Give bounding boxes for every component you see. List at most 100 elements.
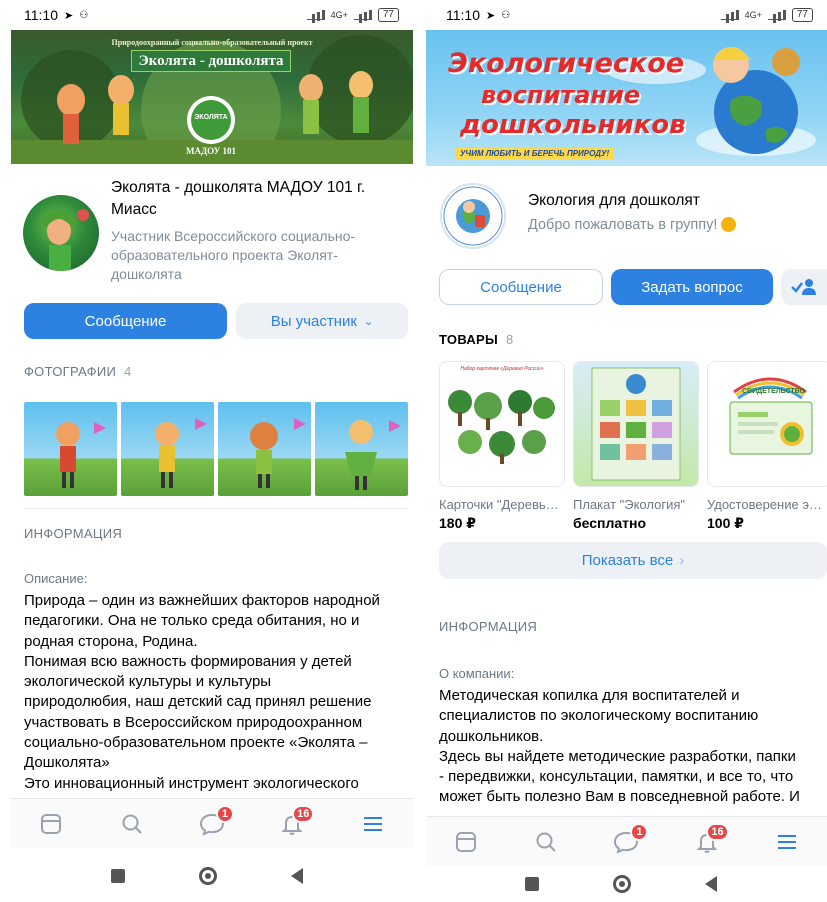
group-status: Участник Всероссийского социально-образо… [111,228,356,282]
show-all-goods-button[interactable]: Показать все › [439,542,827,579]
info-section-header: ИНФОРМАЦИЯ [439,619,538,634]
message-button[interactable]: Сообщение [24,303,227,339]
membership-button[interactable]: Вы участник ⌄ [236,303,408,339]
messages-badge: 1 [215,804,234,823]
description-label: Описание: [24,571,88,586]
battery-icon: 77 [791,8,813,22]
description-line: Это инновационный инструмент экологическ… [24,774,359,792]
goods-item-title: Плакат "Экология" [573,497,685,512]
goods-image-caption: СВИДЕТЕЛЬСТВО [742,388,805,395]
tab-search[interactable] [112,807,152,841]
system-nav-bar [0,848,413,902]
goods-item-price: бесплатно [573,515,647,531]
goods-item[interactable]: СВИДЕТЕЛЬСТВО Удостоверение эколят 100 ₽ [707,361,827,532]
tab-messages[interactable]: 1 [192,804,234,841]
group-name: Эколята - дошколята МАДОУ 101 г. Миасс [111,179,366,218]
goods-count: 8 [505,332,514,347]
description-line: дошкольников. [439,727,544,745]
back-button[interactable] [704,876,717,892]
tab-menu[interactable] [767,825,807,859]
recent-apps-button[interactable] [110,869,125,883]
search-icon [122,814,142,834]
photo-thumbnail[interactable] [218,402,311,496]
membership-button-label: Вы участник [270,312,357,330]
description-line: Природа – один из важнейших факторов нар… [24,592,380,609]
description-line: может быть полезно Вам в повседневной ра… [439,788,800,806]
tab-menu[interactable] [353,807,393,841]
message-button-label: Сообщение [480,278,562,296]
goods-item[interactable]: Набор карточек «Деревья России» Карточки… [439,361,565,532]
cover-title-line3: дошкольников [460,110,686,140]
tab-messages[interactable]: 1 [606,822,649,859]
description-line: педагогики. Она не только среда обитания… [24,612,360,630]
location-icon: ➤ [486,9,496,22]
home-button[interactable] [612,875,631,893]
chevron-down-icon: ⌄ [364,315,374,328]
description-line: Понимая всю важность формирования у дете… [24,652,352,670]
group-name: Экология для дошколят [528,192,700,209]
recent-apps-button[interactable] [524,877,539,891]
description-text: Методическая копилка для воспитателей и … [439,686,827,808]
notifications-badge: 16 [706,822,729,841]
system-nav-bar [414,866,827,902]
wifi-signal-icon [720,10,739,20]
photo-thumbnail[interactable] [24,402,117,496]
cover-top-text: Природоохранный социально-образовательны… [111,38,313,47]
cover-title-line1: Экологическое [448,48,685,79]
goods-item[interactable]: Плакат "Экология" бесплатно [573,361,699,531]
description-text: Природа – один из важнейших факторов нар… [24,591,412,794]
tab-feed[interactable] [446,825,486,859]
goods-item-image [573,361,699,487]
left-phone-screen: 11:10 ➤ ⚇ 4G+ 77 Природоохранный социаль… [0,0,413,902]
message-button[interactable]: Сообщение [439,269,603,305]
goods-item-image: СВИДЕТЕЛЬСТВО [707,361,827,487]
chevron-right-icon: › [679,552,685,569]
feed-icon [456,831,477,852]
tab-notifications[interactable]: 16 [687,822,729,859]
menu-icon [777,834,796,849]
description-label: О компании: [439,666,515,681]
add-friend-icon [791,279,816,295]
tab-search[interactable] [526,825,566,859]
group-cover-image: Экологическое воспитание дошкольников УЧ… [426,30,827,166]
menu-icon [363,816,382,831]
goods-item-title: Удостоверение эколят [707,497,827,512]
location-icon: ➤ [64,9,74,22]
sim-icon: ⚇ [79,9,89,21]
group-cover-image: Природоохранный социально-образовательны… [11,30,413,164]
network-type: 4G+ [330,10,348,20]
back-button[interactable] [290,868,303,884]
goods-section-header[interactable]: ТОВАРЫ 8 [439,332,514,347]
group-avatar[interactable] [440,183,506,249]
goods-item-title: Карточки "Деревья России" [439,497,565,512]
cover-badge: ЭКОЛЯТА [194,114,228,121]
description-line: участвовать в Всероссийском природоохран… [24,713,363,731]
photo-thumbnail[interactable] [121,402,214,496]
status-bar: 11:10 ➤ ⚇ 4G+ 77 [0,0,413,30]
group-status: Добро пожаловать в группу! [528,216,818,235]
cover-sign: МАДОУ 101 [185,146,237,156]
message-button-label: Сообщение [84,312,167,330]
ask-question-button[interactable]: Задать вопрос [611,269,773,305]
group-avatar[interactable] [23,195,99,271]
description-line: экологической культуры и культуры [24,673,272,691]
tab-feed[interactable] [31,807,71,841]
photos-section-header[interactable]: ФОТОГРАФИИ 4 [24,364,132,379]
cell-signal-icon [767,10,786,20]
network-type: 4G+ [744,10,762,20]
tab-notifications[interactable]: 16 [272,804,315,841]
cover-title: Эколята - дошколята [131,50,291,72]
description-line: Дошколята» [24,754,110,772]
bottom-tab-bar: 1 16 [426,816,827,866]
cover-slogan: УЧИМ ЛЮБИТЬ И БЕРЕЧЬ ПРИРОДУ! [456,148,614,159]
notifications-badge: 16 [292,804,315,823]
subscribe-button[interactable] [781,269,827,305]
cover-title-line2: воспитание [481,81,641,109]
description-line: родная сторона, Родина. [24,632,198,650]
description-line: - передвижки, консультации, памятки, и в… [439,768,794,786]
cell-signal-icon [353,10,372,20]
home-button[interactable] [198,867,217,885]
description-line: социально-образовательном проекте «Эколя… [24,734,368,752]
photo-thumbnail[interactable] [315,402,408,496]
description-line: Здесь вы найдете методические разработки… [439,747,796,765]
